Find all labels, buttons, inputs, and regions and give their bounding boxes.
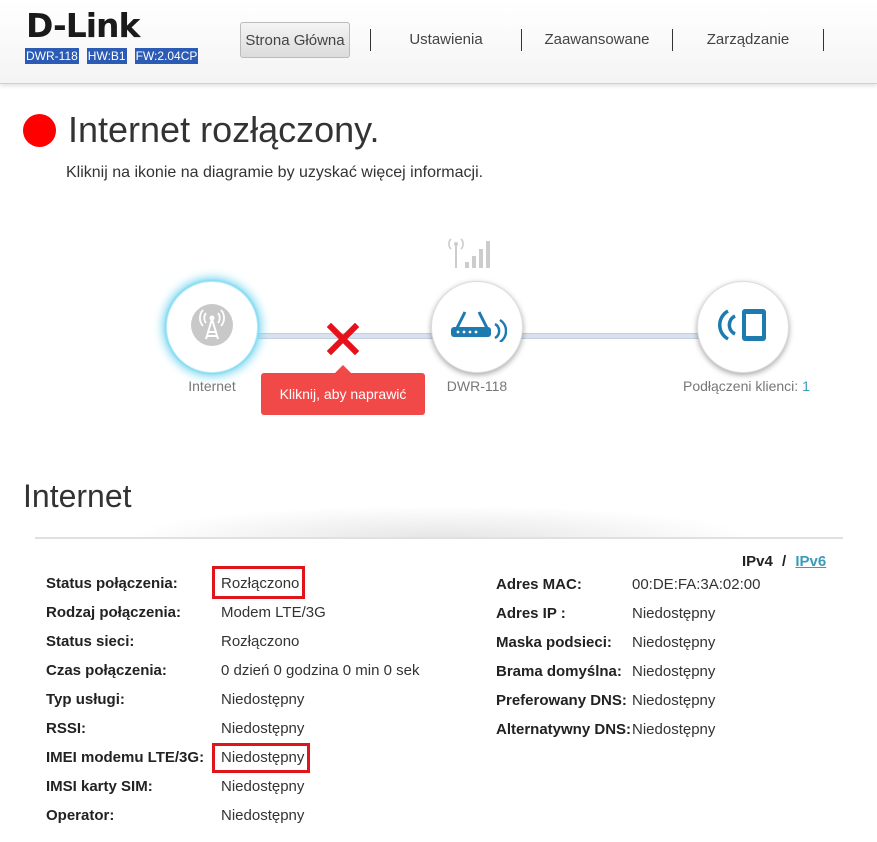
section-divider (35, 537, 843, 539)
info-row: Operator: Niedostępny (0, 806, 877, 826)
ip-address-label: Adres IP : (496, 605, 566, 622)
info-row: Adres IP : Niedostępny (0, 604, 877, 624)
fix-connection-tooltip[interactable]: Kliknij, aby naprawić (261, 365, 425, 415)
operator-label: Operator: (46, 807, 115, 824)
nav-home[interactable]: Strona Główna (240, 22, 350, 58)
status-title: Internet rozłączony. (68, 109, 380, 150)
alternate-dns-value: Niedostępny (632, 721, 716, 738)
device-badges: DWR-118 HW:B1 FW:2.04CP (25, 48, 199, 64)
section-title: Internet (23, 478, 132, 514)
model-badge: DWR-118 (25, 48, 79, 64)
section-divider-shadow (120, 505, 760, 539)
ipv4-label: IPv4 (742, 553, 773, 570)
default-gateway-label: Brama domyślna: (496, 663, 622, 680)
disconnected-x-icon[interactable] (326, 322, 360, 360)
imsi-label: IMSI karty SIM: (46, 778, 153, 795)
subnet-mask-value: Niedostępny (632, 634, 716, 651)
alternate-dns-label: Alternatywny DNS: (496, 721, 632, 738)
info-row: Alternatywny DNS: Niedostępny (0, 720, 877, 740)
tower-icon (190, 303, 234, 352)
client-device-icon (716, 305, 770, 350)
info-row: Brama domyślna: Niedostępny (0, 662, 877, 682)
internet-label: Internet (188, 378, 236, 394)
info-row: Maska podsieci: Niedostępny (0, 633, 877, 653)
signal-bars-icon (446, 236, 496, 275)
imsi-value: Niedostępny (221, 778, 305, 795)
ip-address-value: Niedostępny (632, 605, 716, 622)
nav-management[interactable]: Zarządzanie (673, 22, 823, 58)
internet-node[interactable] (166, 281, 258, 373)
status-indicator-dot (23, 114, 56, 147)
clients-label: Podłączeni klienci: 1 (683, 378, 823, 394)
firmware-badge: FW:2.04CP (134, 48, 199, 64)
router-node[interactable] (431, 281, 523, 373)
info-row: IMSI karty SIM: Niedostępny (0, 777, 877, 797)
default-gateway-value: Niedostępny (632, 663, 716, 680)
hardware-badge: HW:B1 (86, 48, 127, 64)
subnet-mask-label: Maska podsieci: (496, 634, 612, 651)
clients-count-link[interactable]: 1 (802, 378, 810, 394)
dlink-logo: D-Link (26, 6, 140, 45)
connection-line-clients (520, 333, 700, 339)
header-bar: D-Link DWR-118 HW:B1 FW:2.04CP Strona Gł… (0, 0, 877, 84)
info-row: Preferowany DNS: Niedostępny (0, 691, 877, 711)
mac-address-label: Adres MAC: (496, 576, 582, 593)
router-icon (447, 308, 508, 347)
highlight-box (212, 743, 310, 773)
ipv6-link[interactable]: IPv6 (795, 553, 826, 570)
imei-label: IMEI modemu LTE/3G: (46, 749, 205, 766)
main-nav: Strona Główna Ustawienia Zaawansowane Za… (240, 22, 877, 58)
router-label: DWR-118 (446, 378, 508, 394)
clients-label-text: Podłączeni klienci: (683, 378, 799, 394)
mac-address-value: 00:DE:FA:3A:02:00 (632, 576, 761, 593)
clients-node[interactable] (697, 281, 789, 373)
ip-version-switch: IPv4 / IPv6 (742, 553, 826, 570)
status-subtitle: Kliknij na ikonie na diagramie by uzyska… (66, 164, 484, 181)
info-row: IMEI modemu LTE/3G: Niedostępny (0, 748, 877, 768)
nav-advanced[interactable]: Zaawansowane (522, 22, 672, 58)
operator-value: Niedostępny (221, 807, 305, 824)
ip-version-separator: / (782, 553, 787, 570)
nav-settings[interactable]: Ustawienia (371, 22, 521, 58)
nav-more[interactable]: W (824, 22, 877, 58)
preferred-dns-label: Preferowany DNS: (496, 692, 627, 709)
preferred-dns-value: Niedostępny (632, 692, 716, 709)
info-row: Adres MAC: 00:DE:FA:3A:02:00 (0, 575, 877, 595)
